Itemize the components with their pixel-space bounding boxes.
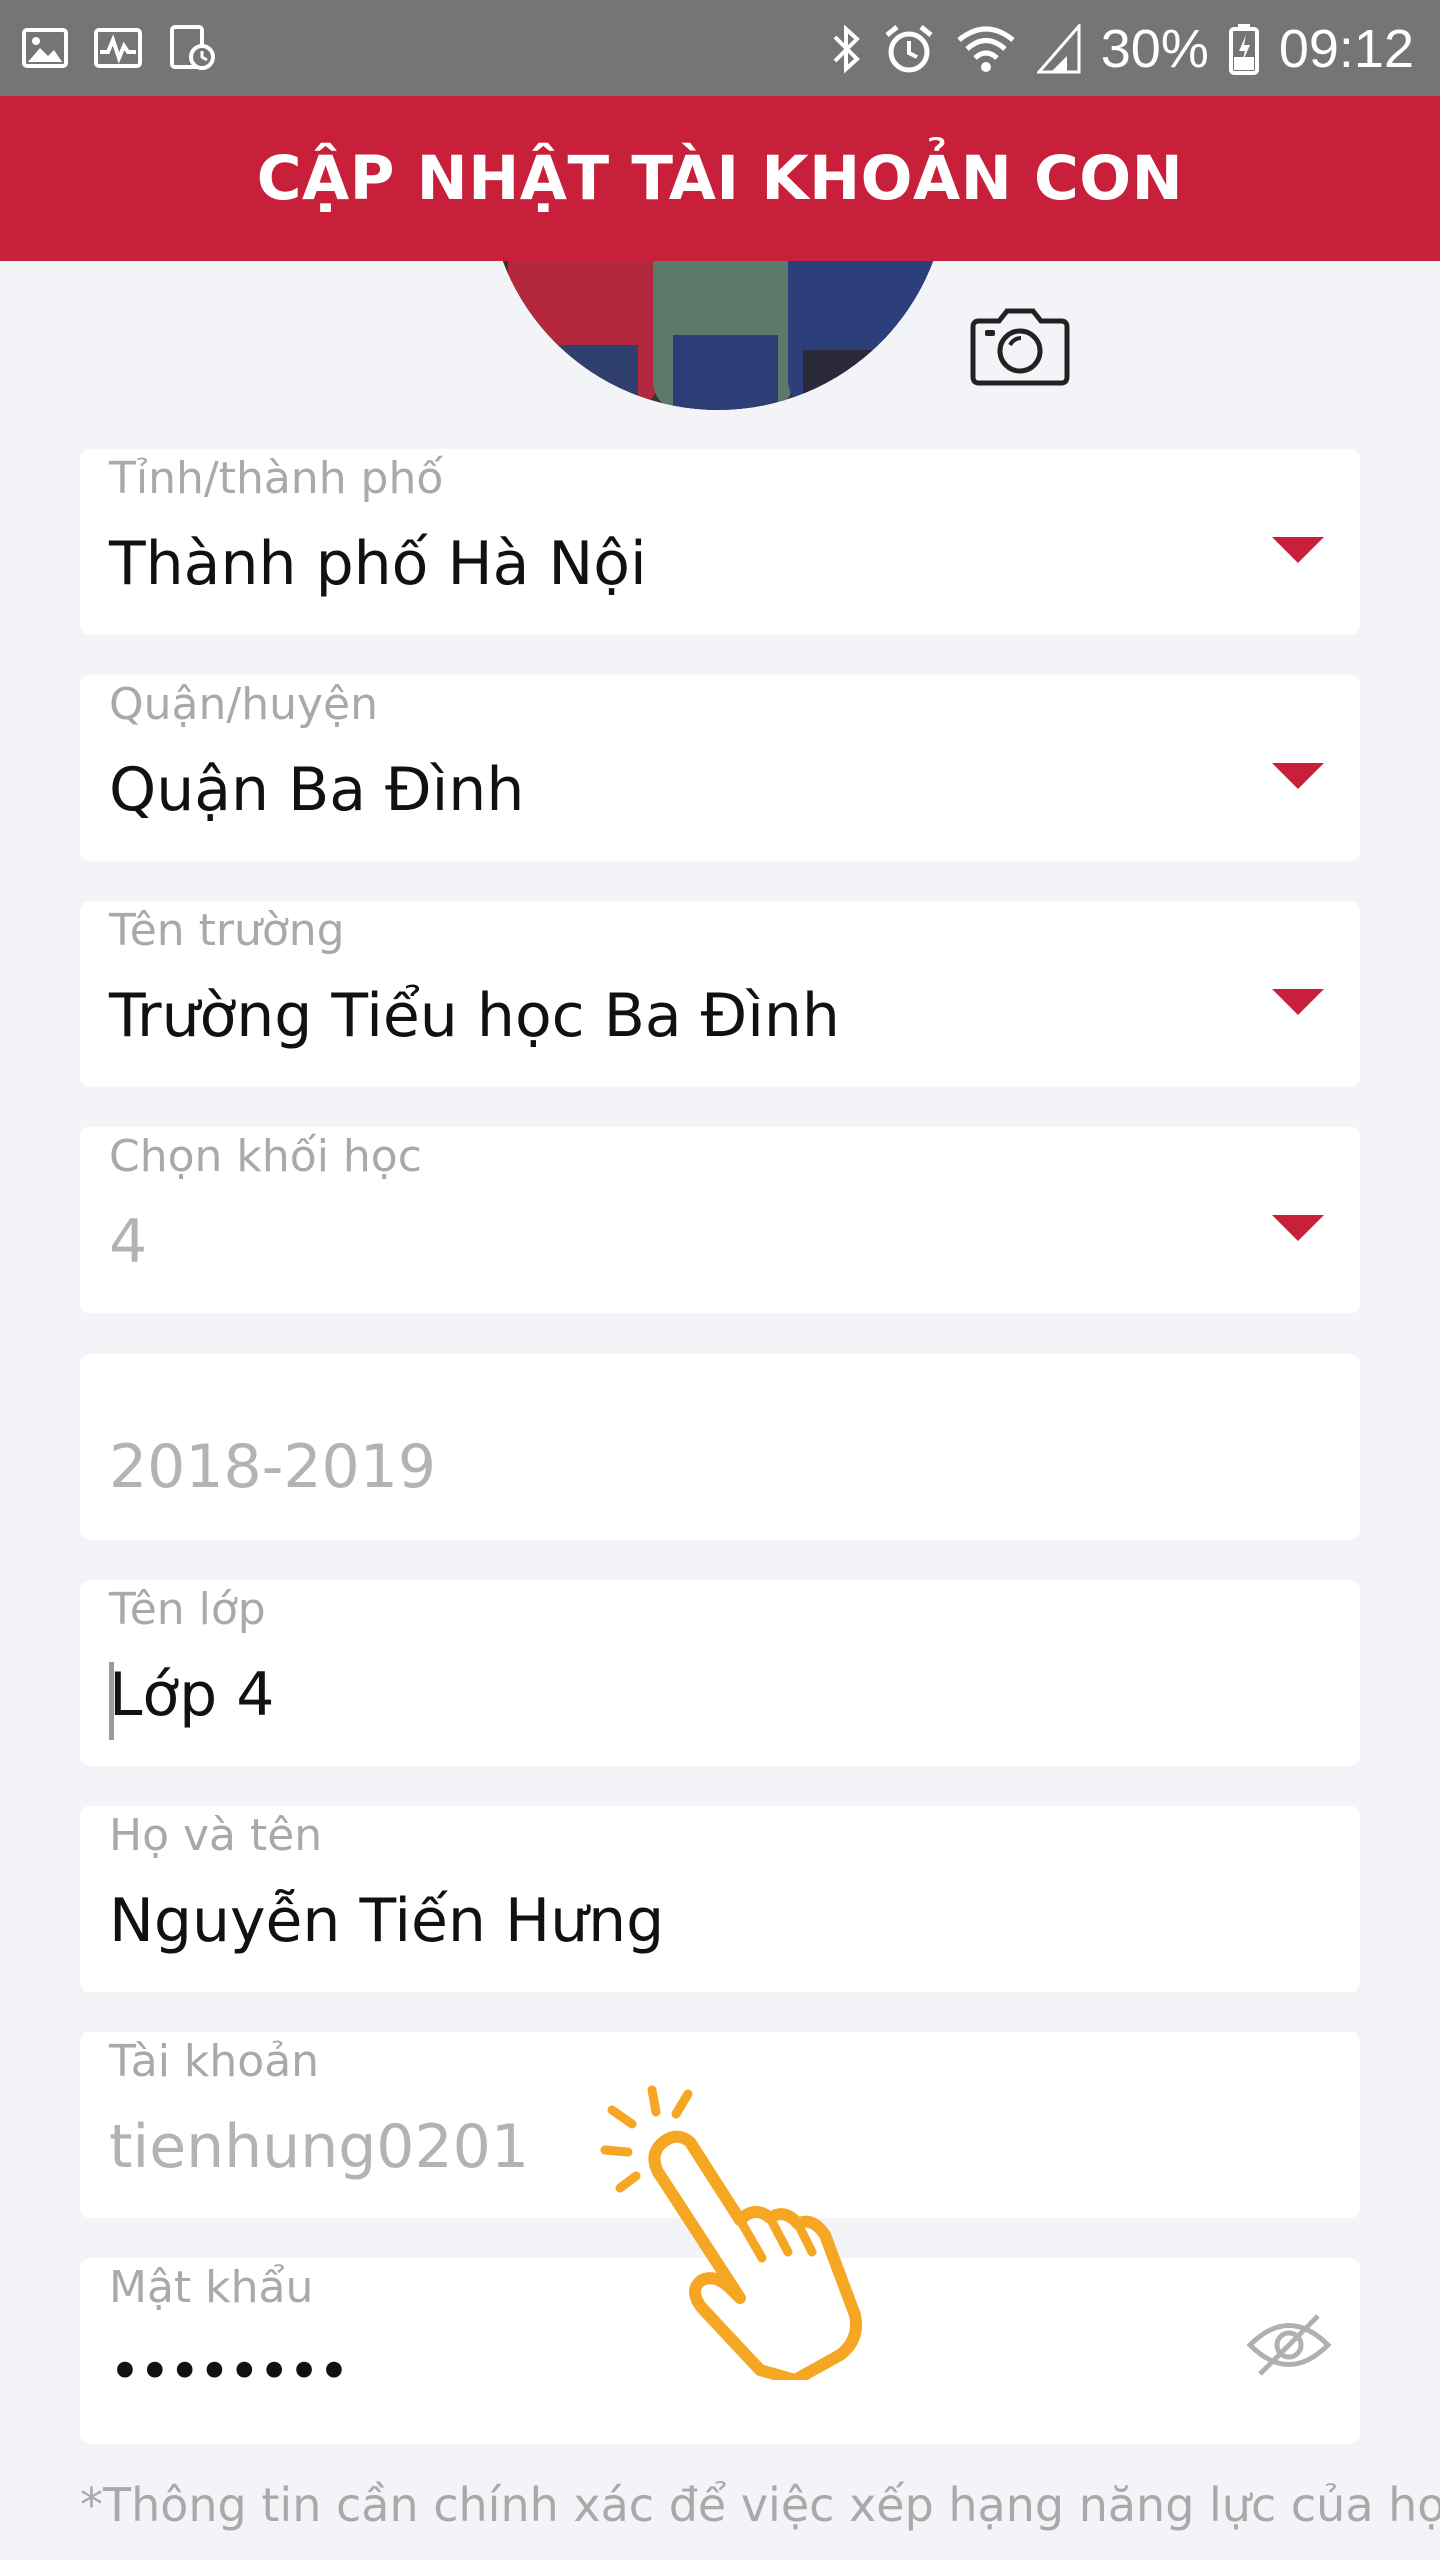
- class-name-value[interactable]: Lớp 4: [109, 1660, 274, 1730]
- dropdown-arrow-icon[interactable]: [1272, 763, 1324, 789]
- clock: 09:12: [1278, 19, 1414, 79]
- activity-icon: [94, 28, 142, 68]
- signal-icon: [1036, 24, 1081, 74]
- grade-select[interactable]: Chọn khối học 4: [80, 1127, 1360, 1313]
- district-value: Quận Ba Đình: [109, 755, 525, 825]
- tap-hand-icon: [590, 2080, 890, 2386]
- school-label: Tên trường: [109, 905, 345, 956]
- school-year-value: 2018-2019: [109, 1432, 437, 1502]
- eye-off-icon[interactable]: [1246, 2310, 1332, 2380]
- dropdown-arrow-icon[interactable]: [1272, 1215, 1324, 1241]
- alarm-icon: [883, 23, 935, 75]
- status-bar: 30% 09:12: [0, 0, 1440, 96]
- password-label: Mật khẩu: [109, 2262, 314, 2313]
- grade-label: Chọn khối học: [109, 1131, 422, 1182]
- bluetooth-icon: [829, 23, 863, 75]
- school-value: Trường Tiểu học Ba Đình: [109, 981, 840, 1051]
- province-select[interactable]: Tỉnh/thành phố Thành phố Hà Nội: [80, 449, 1360, 635]
- province-value: Thành phố Hà Nội: [109, 529, 647, 599]
- province-label: Tỉnh/thành phố: [109, 453, 444, 504]
- account-label: Tài khoản: [109, 2036, 320, 2087]
- full-name-label: Họ và tên: [109, 1810, 323, 1861]
- account-value: tienhung0201: [109, 2112, 529, 2182]
- dropdown-arrow-icon[interactable]: [1272, 989, 1324, 1015]
- district-label: Quận/huyện: [109, 679, 378, 730]
- app-header: CẬP NHẬT TÀI KHOẢN CON: [0, 96, 1440, 261]
- school-year-field: 2018-2019: [80, 1354, 1360, 1540]
- page-title: CẬP NHẬT TÀI KHOẢN CON: [256, 143, 1184, 214]
- full-name-input[interactable]: Họ và tên Nguyễn Tiến Hưng: [80, 1806, 1360, 1992]
- battery-percentage: 30%: [1100, 19, 1209, 79]
- camera-icon[interactable]: [965, 305, 1075, 390]
- school-select[interactable]: Tên trường Trường Tiểu học Ba Đình: [80, 901, 1360, 1087]
- password-value[interactable]: ••••••••: [109, 2340, 350, 2403]
- wifi-icon: [955, 24, 1017, 74]
- storage-icon: [168, 25, 216, 71]
- battery-icon: [1228, 23, 1259, 75]
- district-select[interactable]: Quận/huyện Quận Ba Đình: [80, 675, 1360, 861]
- gallery-icon: [22, 28, 68, 68]
- dropdown-arrow-icon[interactable]: [1272, 537, 1324, 563]
- class-name-label: Tên lớp: [109, 1584, 266, 1635]
- full-name-value[interactable]: Nguyễn Tiến Hưng: [109, 1886, 664, 1956]
- grade-value: 4: [109, 1207, 148, 1277]
- info-note: *Thông tin cần chính xác để việc xếp hạn…: [80, 2478, 1440, 2532]
- class-name-input[interactable]: Tên lớp Lớp 4: [80, 1580, 1360, 1766]
